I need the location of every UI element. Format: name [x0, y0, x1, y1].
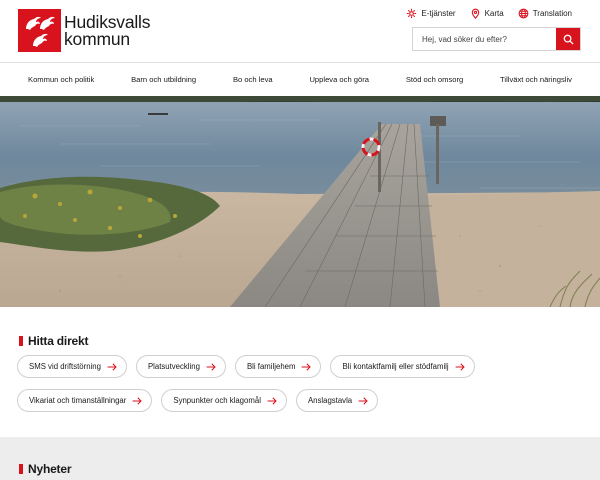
news-title-text: Nyheter: [28, 462, 72, 476]
search-icon: [563, 34, 574, 45]
quick-links-section: Hitta direkt SMS vid driftstörning Plats…: [0, 307, 600, 437]
quick-links-title-text: Hitta direkt: [28, 334, 89, 348]
news-title: Nyheter: [19, 462, 71, 476]
logo-line-2: kommun: [64, 28, 130, 49]
map-pin-icon: [471, 8, 479, 19]
arrow-right-icon: [206, 362, 216, 371]
e-services-link[interactable]: E-tjänster: [406, 8, 456, 19]
quick-link-label: Anslagstavla: [307, 396, 353, 405]
nav-item-tillvaxt-och-naringsliv[interactable]: Tillväxt och näringsliv: [500, 75, 572, 84]
quick-link-label: Synpunkter och klagomål: [173, 396, 261, 405]
arrow-right-icon: [107, 362, 117, 371]
quick-link-anslagstavla[interactable]: Anslagstavla: [295, 389, 379, 412]
site-header: Hudiksvalls kommun E-tjänster Karta Tran…: [0, 0, 600, 62]
quick-link-synpunkter[interactable]: Synpunkter och klagomål: [161, 389, 287, 412]
quick-links-title: Hitta direkt: [19, 334, 88, 348]
translation-link[interactable]: Translation: [518, 8, 572, 19]
hero-image: [0, 96, 600, 307]
map-label: Karta: [484, 9, 504, 18]
goat-crest-logo-icon: [18, 9, 61, 52]
site-logo[interactable]: Hudiksvalls kommun: [18, 9, 151, 52]
quick-link-label: Bli kontaktfamilj eller stödfamilj: [342, 362, 449, 371]
translation-label: Translation: [532, 9, 572, 18]
nav-item-barn-och-utbildning[interactable]: Barn och utbildning: [131, 75, 196, 84]
arrow-right-icon: [267, 396, 277, 405]
e-services-label: E-tjänster: [421, 9, 456, 18]
quick-link-sms-vid-driftstorning[interactable]: SMS vid driftstörning: [17, 355, 127, 378]
e-services-icon: [407, 8, 417, 19]
quick-links-list: SMS vid driftstörning Platsutveckling Bl…: [17, 355, 497, 423]
quick-link-label: Vikariat och timanställningar: [29, 396, 127, 405]
nav-item-stod-och-omsorg[interactable]: Stöd och omsorg: [406, 75, 463, 84]
main-navigation: Kommun och politik Barn och utbildning B…: [0, 62, 600, 96]
logo-wordmark: Hudiksvalls kommun: [64, 11, 151, 49]
arrow-right-icon: [455, 362, 465, 371]
quick-link-label: Bli familjehem: [246, 362, 296, 371]
section-marker: [19, 336, 23, 346]
map-link[interactable]: Karta: [470, 8, 504, 19]
quick-link-bli-kontaktfamilj[interactable]: Bli kontaktfamilj eller stödfamilj: [330, 355, 475, 378]
arrow-right-icon: [358, 396, 368, 405]
quick-links-row-1: SMS vid driftstörning Platsutveckling Bl…: [17, 355, 497, 378]
globe-icon: [518, 8, 529, 19]
pier-photo: [0, 96, 600, 307]
section-marker: [19, 464, 23, 474]
nav-item-bo-och-leva[interactable]: Bo och leva: [233, 75, 273, 84]
logo-line-1: Hudiksvalls: [64, 11, 151, 32]
quick-link-platsutveckling[interactable]: Platsutveckling: [135, 355, 226, 378]
quick-link-label: Platsutveckling: [147, 362, 200, 371]
quick-link-label: SMS vid driftstörning: [29, 362, 101, 371]
nav-item-uppleva-och-gora[interactable]: Uppleva och göra: [309, 75, 369, 84]
quick-links-row-2: Vikariat och timanställningar Synpunkter…: [17, 389, 497, 412]
quick-link-bli-familjehem[interactable]: Bli familjehem: [234, 355, 322, 378]
arrow-right-icon: [302, 362, 312, 371]
nav-item-kommun-och-politik[interactable]: Kommun och politik: [28, 75, 94, 84]
news-section: Nyheter: [0, 437, 600, 480]
arrow-right-icon: [132, 396, 143, 405]
search-button[interactable]: [556, 28, 580, 50]
quick-link-vikariat[interactable]: Vikariat och timanställningar: [17, 389, 153, 412]
site-search: [412, 27, 581, 51]
utility-links: E-tjänster Karta Translation: [406, 8, 572, 19]
search-input[interactable]: [413, 28, 556, 50]
